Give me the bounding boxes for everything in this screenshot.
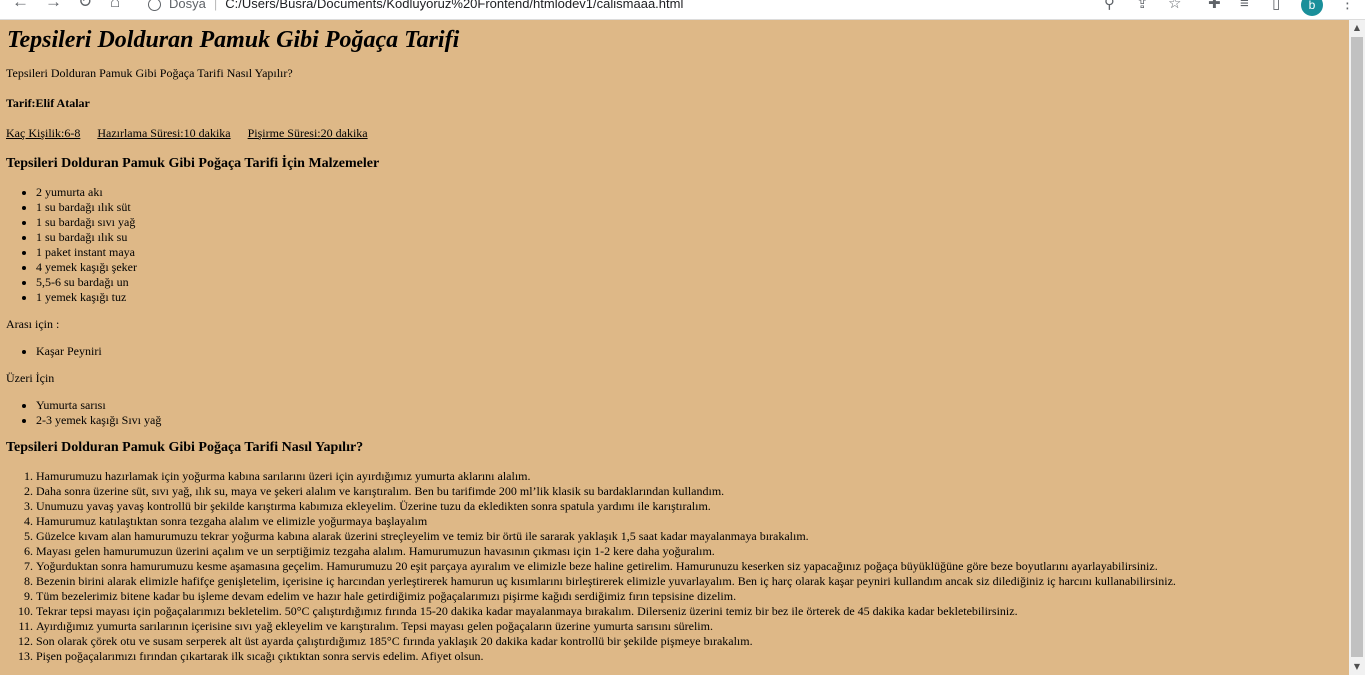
step-item: Hamurumuz katılaştıktan sonra tezgaha al…	[36, 514, 1349, 529]
reload-icon[interactable]: ↻	[78, 0, 92, 12]
step-item: Daha sonra üzerine süt, sıvı yağ, ılık s…	[36, 484, 1349, 499]
list-item: 5,5-6 su bardağı un	[36, 275, 1349, 290]
step-item: Unumuzu yavaş yavaş kontrollü bir şekild…	[36, 499, 1349, 514]
list-item: 2-3 yemek kaşığı Sıvı yağ	[36, 413, 1349, 428]
profile-avatar[interactable]: b	[1301, 0, 1323, 16]
browser-toolbar: ← → ↻ ⌂ Dosya | C:/Users/Busra/Documents/K…	[0, 0, 1365, 20]
web-page: Tepsileri Dolduran Pamuk Gibi Poğaça Tar…	[0, 20, 1349, 675]
step-item: Yoğurduktan sonra hamurumuzu kesme aşama…	[36, 559, 1349, 574]
forward-arrow-icon[interactable]: →	[45, 0, 62, 12]
scroll-up-arrow-icon[interactable]: ▲	[1349, 20, 1365, 36]
topping-list: Yumurta sarısı 2-3 yemek kaşığı Sıvı yağ	[6, 398, 1349, 428]
list-item: 2 yumurta akı	[36, 185, 1349, 200]
scroll-down-arrow-icon[interactable]: ▼	[1349, 659, 1365, 675]
list-item: 1 su bardağı sıvı yağ	[36, 215, 1349, 230]
steps-heading: Tepsileri Dolduran Pamuk Gibi Poğaça Tar…	[6, 440, 364, 455]
list-item: 1 su bardağı ılık süt	[36, 200, 1349, 215]
recipe-meta: Kaç Kişilik:6-8 Hazırlama Süresi:10 daki…	[6, 126, 1349, 141]
list-item: 1 su bardağı ılık su	[36, 230, 1349, 245]
home-icon[interactable]: ⌂	[110, 0, 120, 12]
url-text[interactable]: C:/Users/Busra/Documents/Kodluyoruz%20Fr…	[225, 0, 683, 11]
filling-label: Arası için :	[6, 317, 60, 331]
list-item: Kaşar Peyniri	[36, 344, 1349, 359]
menu-icon[interactable]: ⋮	[1340, 0, 1355, 14]
list-item: 4 yemek kaşığı şeker	[36, 260, 1349, 275]
search-icon[interactable]: ⚲	[1104, 0, 1115, 14]
servings: Kaç Kişilik:6-8	[6, 126, 81, 140]
back-arrow-icon[interactable]: ←	[12, 0, 29, 12]
list-item: 1 paket instant maya	[36, 245, 1349, 260]
scrollbar-thumb[interactable]	[1351, 37, 1363, 657]
step-item: Son olarak çörek otu ve susam serperek a…	[36, 634, 1349, 649]
author-line: Tarif:Elif Atalar	[6, 96, 1349, 111]
page-content: Tepsileri Dolduran Pamuk Gibi Poğaça Tar…	[0, 26, 1349, 664]
list-item: 1 yemek kaşığı tuz	[36, 290, 1349, 305]
ingredients-heading: Tepsileri Dolduran Pamuk Gibi Poğaça Tar…	[6, 156, 380, 171]
step-item: Pişen poğaçalarımızı fırından çıkartarak…	[36, 649, 1349, 664]
topping-label: Üzeri İçin	[6, 371, 55, 385]
share-icon[interactable]: ⇪	[1136, 0, 1149, 14]
step-item: Tüm bezelerimiz bitene kadar bu işleme d…	[36, 589, 1349, 604]
extensions-icon[interactable]: ✚	[1208, 0, 1221, 14]
star-icon[interactable]: ☆	[1168, 0, 1181, 14]
address-separator: |	[213, 0, 218, 11]
step-item: Mayası gelen hamurumuzun üzerini açalım …	[36, 544, 1349, 559]
prep-time: Hazırlama Süresi:10 dakika	[97, 126, 231, 140]
info-icon[interactable]	[148, 0, 161, 12]
media-icon[interactable]: ≡	[1240, 0, 1249, 14]
address-bar[interactable]: Dosya | C:/Users/Busra/Documents/Kodluyoru…	[148, 0, 683, 14]
filling-list: Kaşar Peyniri	[6, 344, 1349, 359]
security-label: Dosya	[169, 0, 206, 11]
steps-list: Hamurumuzu hazırlamak için yoğurma kabın…	[6, 469, 1349, 664]
page-title: Tepsileri Dolduran Pamuk Gibi Poğaça Tar…	[7, 27, 460, 53]
step-item: Ayırdığımız yumurta sarılarının içerisin…	[36, 619, 1349, 634]
side-panel-icon[interactable]: ▯	[1272, 0, 1280, 14]
step-item: Hamurumuzu hazırlamak için yoğurma kabın…	[36, 469, 1349, 484]
page-subtitle: Tepsileri Dolduran Pamuk Gibi Poğaça Tar…	[6, 66, 293, 80]
vertical-scrollbar[interactable]: ▲ ▼	[1349, 20, 1365, 675]
cook-time: Pişirme Süresi:20 dakika	[247, 126, 368, 140]
step-item: Bezenin birini alarak elimizle hafifçe g…	[36, 574, 1349, 589]
author: Tarif:Elif Atalar	[6, 96, 90, 110]
step-item: Tekrar tepsi mayası için poğaçalarımızı …	[36, 604, 1349, 619]
step-item: Güzelce kıvam alan hamurumuzu tekrar yoğ…	[36, 529, 1349, 544]
ingredients-list: 2 yumurta akı 1 su bardağı ılık süt 1 su…	[6, 185, 1349, 305]
list-item: Yumurta sarısı	[36, 398, 1349, 413]
